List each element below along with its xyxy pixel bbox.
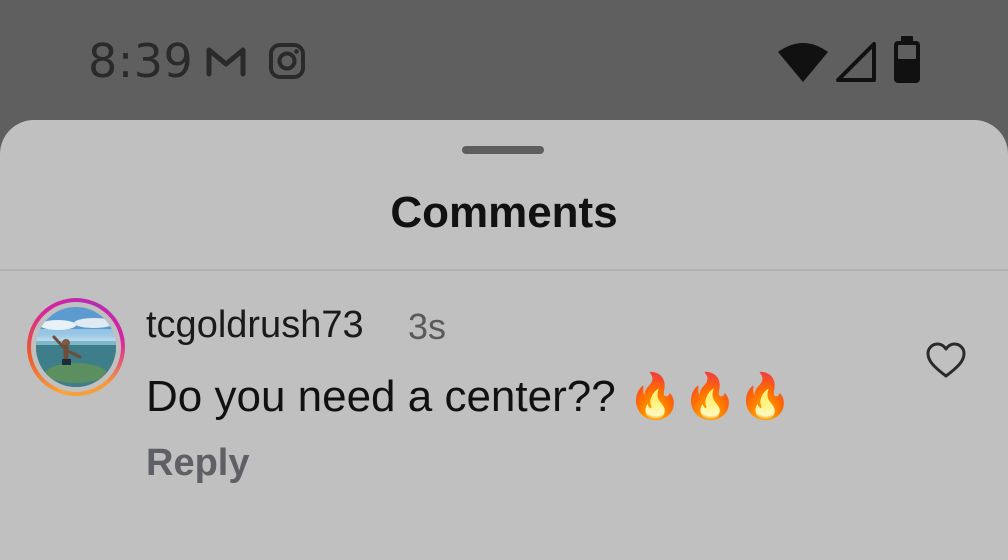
comment-timestamp: 3s: [408, 306, 447, 347]
comment-item: tcgoldrush73 3s Do you need a center?? 🔥…: [0, 296, 1008, 516]
avatar-story-ring[interactable]: [27, 298, 125, 396]
reply-button[interactable]: Reply: [146, 442, 249, 485]
drag-handle[interactable]: [462, 146, 544, 154]
status-clock: 8:39: [88, 34, 194, 88]
comment-text: Do you need a center?? 🔥🔥🔥: [146, 372, 793, 421]
status-bar: 8:39: [0, 0, 1008, 120]
avatar-photo: [36, 307, 116, 387]
signal-icon: [836, 42, 876, 82]
sheet-title: Comments: [390, 188, 618, 237]
comments-sheet: Comments tcgoldrush73 3s Do you need a c…: [0, 120, 1008, 560]
divider: [0, 269, 1008, 271]
avatar[interactable]: [36, 307, 116, 387]
instagram-icon: [269, 43, 305, 79]
gmail-icon: [206, 47, 246, 77]
wifi-icon: [778, 43, 828, 82]
comment-username[interactable]: tcgoldrush73: [146, 304, 364, 347]
battery-icon: [894, 36, 920, 83]
heart-icon[interactable]: [924, 340, 968, 380]
